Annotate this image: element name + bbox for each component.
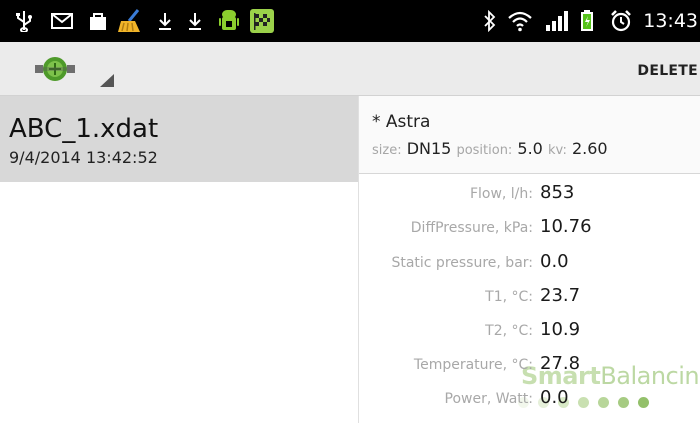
size-label: size:	[372, 143, 402, 158]
measurement-label: DiffPressure, kPa:	[410, 220, 533, 236]
status-bar: 13:43	[0, 0, 700, 42]
mail-icon	[51, 9, 75, 33]
clock: 13:43	[643, 10, 698, 32]
valve-name: * Astra	[372, 112, 431, 132]
measurement-row-temperature: Temperature, °C: 27.8	[359, 349, 700, 383]
measurement-row-static-pressure: Static pressure, bar: 0.0	[359, 247, 700, 281]
delete-button[interactable]: DELETE	[637, 63, 698, 79]
measurement-row-flow: Flow, l/h: 853	[359, 178, 700, 212]
measurement-row-t1: T1, °C: 23.7	[359, 281, 700, 315]
measurement-label: Temperature, °C:	[413, 357, 533, 373]
valve-header: * Astra size: DN15 position: 5.0 kv: 2.6…	[359, 96, 700, 174]
measurement-value: 23.7	[540, 285, 581, 306]
checkered-flag-icon	[249, 9, 275, 33]
measurement-value: 27.8	[540, 353, 581, 374]
measurement-value: 10.76	[540, 216, 592, 237]
alarm-icon	[609, 9, 633, 33]
measurement-value: 0.0	[540, 387, 569, 408]
measurement-label: Flow, l/h:	[469, 186, 533, 202]
position-value: 5.0	[517, 139, 543, 158]
measurement-value: 10.9	[540, 319, 581, 340]
spinner-indicator[interactable]	[100, 74, 114, 87]
measurement-row-t2: T2, °C: 10.9	[359, 315, 700, 349]
bag-icon	[87, 9, 109, 33]
valve-params: size: DN15 position: 5.0 kv: 2.60	[372, 139, 608, 158]
valve-icon[interactable]	[34, 52, 76, 86]
broom-icon	[116, 9, 144, 33]
battery-icon	[579, 9, 595, 33]
measurement-label: T1, °C:	[485, 289, 533, 305]
measurement-row-diffpressure: DiffPressure, kPa: 10.76	[359, 212, 700, 246]
wifi-icon	[506, 9, 534, 33]
measurement-value: 853	[540, 182, 575, 203]
file-name: ABC_1.xdat	[9, 114, 159, 144]
file-date: 9/4/2014 13:42:52	[9, 148, 158, 167]
position-label: position:	[456, 143, 513, 158]
measurement-row-power: Power, Watt: 0.0	[359, 383, 700, 417]
file-list-item[interactable]: ABC_1.xdat 9/4/2014 13:42:52	[0, 96, 358, 182]
measurement-value: 0.0	[540, 251, 569, 272]
measurement-label: T2, °C:	[485, 323, 533, 339]
size-value: DN15	[406, 139, 452, 158]
kv-label: kv:	[547, 143, 567, 158]
download-icon	[187, 9, 203, 33]
bluetooth-icon	[482, 9, 498, 33]
kv-value: 2.60	[571, 139, 608, 158]
measurement-label: Power, Watt:	[444, 391, 533, 407]
download-icon	[157, 9, 173, 33]
measurement-label: Static pressure, bar:	[391, 255, 533, 271]
usb-icon	[14, 9, 34, 33]
signal-icon	[544, 9, 570, 33]
action-bar: DELETE	[0, 42, 700, 96]
android-icon	[218, 9, 240, 33]
